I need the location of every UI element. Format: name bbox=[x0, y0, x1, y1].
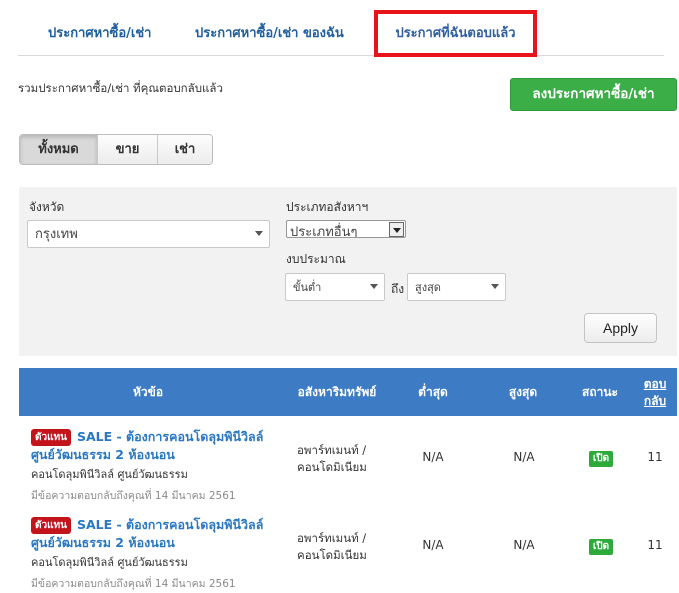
chevron-down-icon bbox=[491, 284, 499, 289]
chevron-down-icon bbox=[255, 231, 263, 236]
segment-sale[interactable]: ขาย bbox=[98, 135, 158, 164]
table-header: หัวข้อ อสังหาริมทรัพย์ ต่ำสุด สูงสุด สถา… bbox=[19, 368, 677, 416]
budget-max-select[interactable]: สูงสุด bbox=[407, 273, 506, 301]
table-row: ตัวแทน SALE - ต้องการคอนโดลุมพินีวิลล์ ศู… bbox=[19, 504, 677, 592]
budget-label: งบประมาณ bbox=[286, 252, 346, 266]
reply-note: มีข้อความตอบกลับถึงคุณที่ 14 มีนาคม 2561 bbox=[31, 490, 236, 502]
min-price: N/A bbox=[422, 538, 444, 552]
tab-my-listings[interactable]: ประกาศหาซื้อ/เช่า ของฉัน bbox=[195, 12, 344, 56]
province-select[interactable]: กรุงเทพ bbox=[27, 220, 270, 248]
budget-to-label: ถึง bbox=[391, 282, 405, 296]
budget-min-select[interactable]: ขั้นต่ำ bbox=[285, 273, 385, 301]
project-name: คอนโดลุมพินีวิลล์ ศูนย์วัฒนธรรม bbox=[31, 556, 188, 569]
property-type: อพาร์ทเมนท์ / คอนโดมิเนียม bbox=[297, 531, 367, 562]
post-listing-button[interactable]: ลงประกาศหาซื้อ/เช่า bbox=[510, 78, 677, 111]
max-price: N/A bbox=[513, 538, 535, 552]
header-max: สูงสุด bbox=[508, 385, 538, 399]
max-price: N/A bbox=[513, 450, 535, 464]
listing-type-filter: ทั้งหมด ขาย เช่า bbox=[19, 134, 213, 165]
segment-all[interactable]: ทั้งหมด bbox=[20, 135, 98, 164]
header-title: หัวข้อ bbox=[132, 385, 164, 399]
tab-replied-listings[interactable]: ประกาศที่ฉันตอบแล้ว bbox=[374, 10, 537, 57]
table-row: ตัวแทน SALE - ต้องการคอนโดลุมพินีวิลล์ ศู… bbox=[19, 416, 677, 504]
header-min: ต่ำสุด bbox=[418, 385, 448, 399]
status-badge: เปิด bbox=[589, 539, 613, 555]
min-price: N/A bbox=[422, 450, 444, 464]
reply-count: 11 bbox=[647, 450, 663, 464]
property-type-label: ประเภทอสังหาฯ bbox=[286, 200, 369, 214]
segment-rent[interactable]: เช่า bbox=[158, 135, 212, 164]
property-type: อพาร์ทเมนท์ / คอนโดมิเนียม bbox=[297, 443, 367, 474]
listings-table: หัวข้อ อสังหาริมทรัพย์ ต่ำสุด สูงสุด สถา… bbox=[19, 368, 677, 592]
tab-bar: ประกาศหาซื้อ/เช่า ประกาศหาซื้อ/เช่า ของฉ… bbox=[18, 10, 664, 57]
budget-min-value: ขั้นต่ำ bbox=[293, 281, 322, 294]
status-badge: เปิด bbox=[589, 451, 613, 467]
header-status: สถานะ bbox=[582, 385, 618, 399]
province-value: กรุงเทพ bbox=[35, 227, 78, 242]
filter-panel: จังหวัด กรุงเทพ ประเภทอสังหาฯ ประเภทอื่น… bbox=[19, 187, 677, 356]
page-subtitle: รวมประกาศหาซื้อ/เช่า ที่คุณตอบกลับแล้ว bbox=[18, 81, 223, 95]
property-type-select[interactable]: ประเภทอื่นๆ bbox=[286, 220, 406, 238]
apply-button[interactable]: Apply bbox=[584, 313, 657, 343]
property-type-value: ประเภทอื่นๆ bbox=[290, 225, 358, 238]
chevron-down-icon bbox=[370, 284, 378, 289]
header-property: อสังหาริมทรัพย์ bbox=[297, 385, 377, 399]
reply-note: มีข้อความตอบกลับถึงคุณที่ 14 มีนาคม 2561 bbox=[31, 578, 236, 590]
agent-badge: ตัวแทน bbox=[31, 517, 71, 534]
dropdown-arrow-icon[interactable] bbox=[389, 222, 404, 237]
tab-find-buy-rent[interactable]: ประกาศหาซื้อ/เช่า bbox=[48, 12, 151, 56]
title-cell: ตัวแทน SALE - ต้องการคอนโดลุมพินีวิลล์ ศู… bbox=[31, 428, 271, 504]
budget-max-value: สูงสุด bbox=[415, 281, 441, 294]
agent-badge: ตัวแทน bbox=[31, 429, 71, 446]
reply-count: 11 bbox=[647, 538, 663, 552]
project-name: คอนโดลุมพินีวิลล์ ศูนย์วัฒนธรรม bbox=[31, 468, 188, 481]
province-label: จังหวัด bbox=[29, 200, 65, 214]
title-cell: ตัวแทน SALE - ต้องการคอนโดลุมพินีวิลล์ ศู… bbox=[31, 516, 271, 592]
